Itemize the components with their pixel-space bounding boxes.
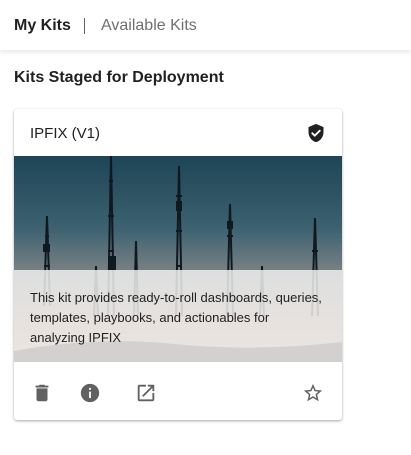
tab-my-kits[interactable]: My Kits (14, 17, 71, 35)
tab-divider (84, 18, 85, 34)
kit-description-overlay: This kit provides ready-to-roll dashboar… (14, 270, 342, 362)
open-in-new-icon[interactable] (135, 382, 157, 404)
star-outline-icon[interactable] (302, 382, 324, 404)
kit-card-title: IPFIX (V1) (30, 125, 101, 142)
kit-card: IPFIX (V1) This kit provides ready-to-ro… (14, 109, 342, 420)
section-title: Kits Staged for Deployment (14, 69, 224, 86)
top-nav-bar: My Kits Available Kits (0, 0, 411, 50)
tab-available-kits[interactable]: Available Kits (101, 17, 197, 35)
verified-shield-icon (308, 123, 324, 143)
info-icon[interactable] (79, 382, 101, 404)
kit-description: This kit provides ready-to-roll dashboar… (30, 290, 322, 345)
kit-card-image: This kit provides ready-to-roll dashboar… (14, 156, 342, 362)
delete-icon[interactable] (31, 382, 53, 404)
